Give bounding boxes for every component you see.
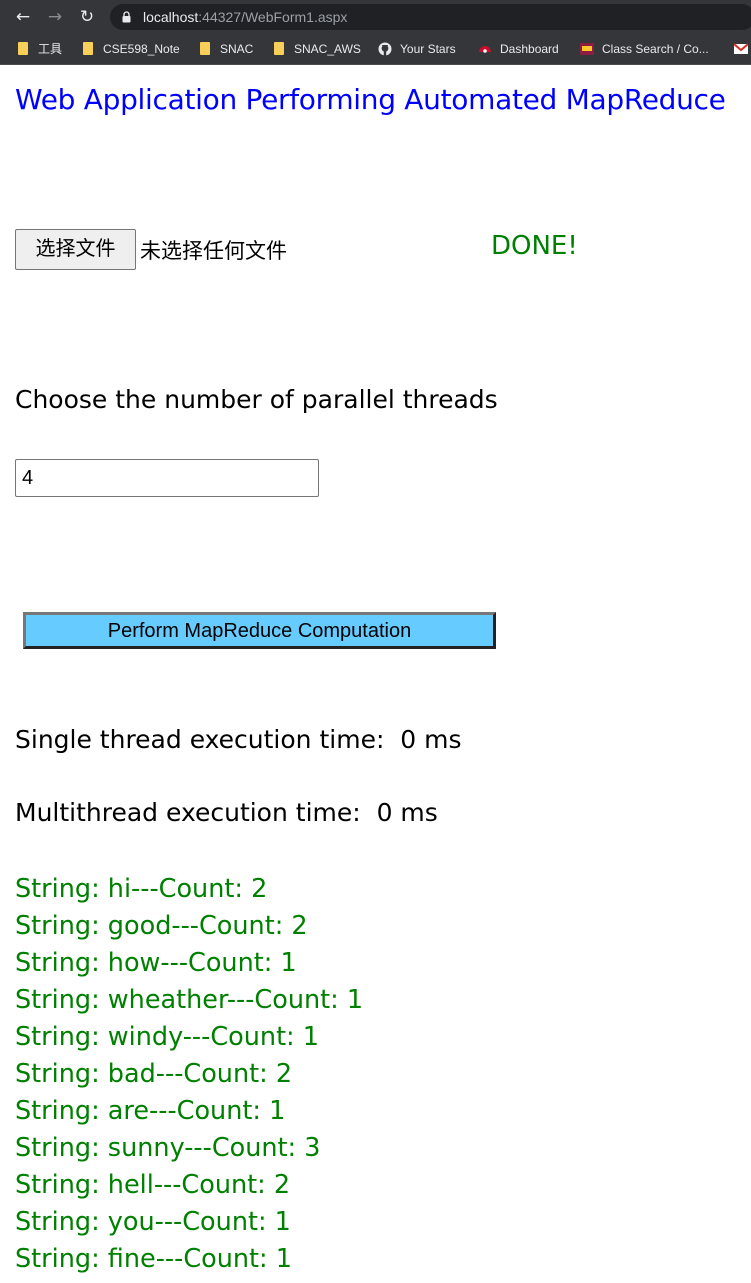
dashboard-icon — [479, 46, 491, 53]
result-item: String: how---Count: 1 — [15, 948, 297, 978]
bookmark-label: SNAC_AWS — [294, 42, 361, 56]
result-item: String: bad---Count: 2 — [15, 1059, 293, 1089]
result-item: String: good---Count: 2 — [15, 911, 308, 941]
threads-input[interactable] — [15, 459, 319, 497]
folder-icon — [83, 42, 93, 55]
gmail-icon — [734, 43, 748, 54]
result-item: String: wheather---Count: 1 — [15, 985, 364, 1015]
bookmark-label: CSE598_Note — [103, 42, 180, 56]
bookmark-label: Class Search / Co... — [602, 42, 709, 56]
asu-icon — [580, 43, 594, 55]
folder-icon — [18, 42, 28, 55]
url-path: :44327/WebForm1.aspx — [198, 9, 348, 25]
bookmark-label: SNAC — [220, 42, 254, 56]
results-list: String: hi---Count: 2 String: good---Cou… — [15, 871, 363, 1278]
multithread-time: Multithread execution time: 0 ms — [15, 798, 438, 827]
url-text: localhost:44327/WebForm1.aspx — [143, 8, 347, 26]
forward-arrow-icon[interactable]: → — [44, 6, 66, 28]
file-status-text: 未选择任何文件 — [140, 239, 287, 263]
address-bar[interactable]: localhost:44327/WebForm1.aspx — [110, 4, 751, 30]
page-title: Web Application Performing Automated Map… — [15, 83, 726, 116]
result-item: String: you---Count: 1 — [15, 1207, 291, 1237]
done-status: DONE! — [491, 231, 578, 261]
bookmark-label: 工具 — [38, 42, 63, 56]
result-item: String: sunny---Count: 3 — [15, 1133, 321, 1163]
result-item: String: are---Count: 1 — [15, 1096, 286, 1126]
browser-toolbar: ← → ↻ localhost:44327/WebForm1.aspx — [0, 0, 751, 34]
single-thread-time: Single thread execution time: 0 ms — [15, 725, 462, 754]
github-icon — [378, 42, 392, 56]
result-item: String: hell---Count: 2 — [15, 1170, 291, 1200]
reload-icon[interactable]: ↻ — [76, 6, 98, 28]
bookmark-label: Dashboard — [500, 42, 559, 56]
lock-icon — [122, 11, 131, 23]
folder-icon — [200, 42, 210, 55]
result-item: String: fine---Count: 1 — [15, 1244, 292, 1274]
back-arrow-icon[interactable]: ← — [12, 6, 34, 28]
bookmark-label: Your Stars — [400, 42, 456, 56]
bookmarks-bar: 工具 CSE598_Note SNAC SNAC_AWS Your Stars … — [0, 34, 751, 65]
url-host: localhost — [143, 9, 199, 25]
result-item: String: hi---Count: 2 — [15, 874, 268, 904]
result-item: String: windy---Count: 1 — [15, 1022, 319, 1052]
folder-icon — [274, 42, 284, 55]
threads-label: Choose the number of parallel threads — [15, 385, 498, 414]
perform-mapreduce-button[interactable]: Perform MapReduce Computation — [23, 612, 496, 649]
choose-file-button[interactable]: 选择文件 — [15, 229, 136, 270]
page-content: Web Application Performing Automated Map… — [0, 65, 751, 1283]
